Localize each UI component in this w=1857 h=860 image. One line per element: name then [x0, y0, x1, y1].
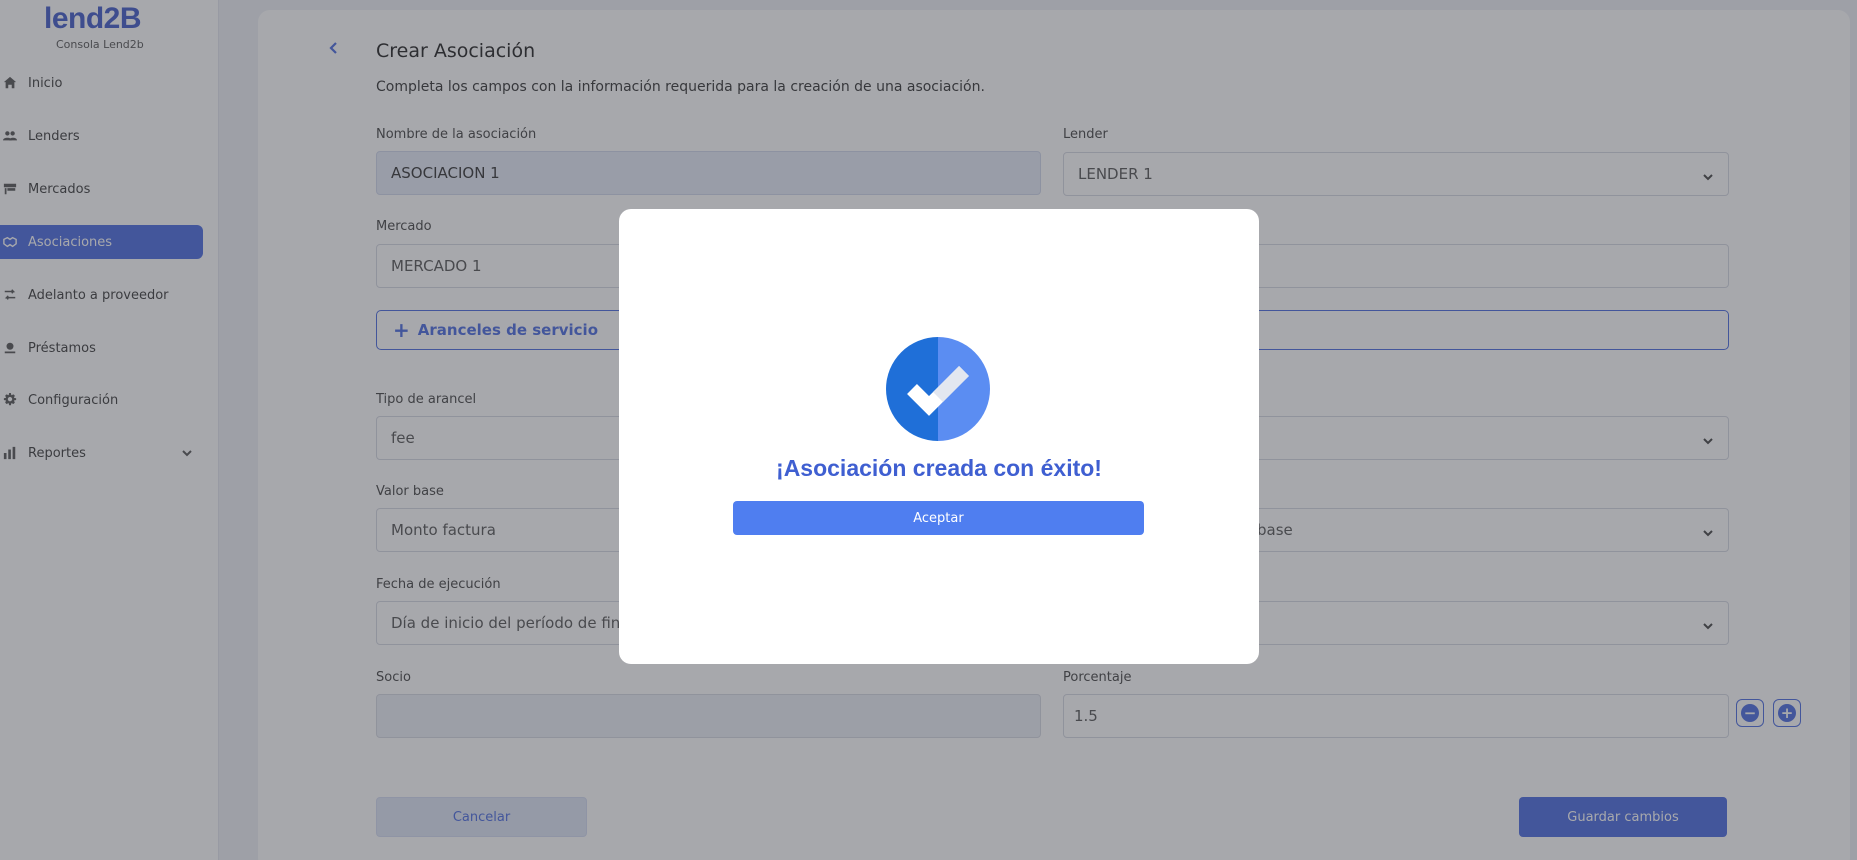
- modal-title: ¡Asociación creada con éxito!: [776, 455, 1102, 481]
- success-modal: ¡Asociación creada con éxito! Aceptar: [619, 209, 1259, 664]
- check-circle-icon: [886, 337, 990, 441]
- accept-button[interactable]: Aceptar: [733, 501, 1144, 535]
